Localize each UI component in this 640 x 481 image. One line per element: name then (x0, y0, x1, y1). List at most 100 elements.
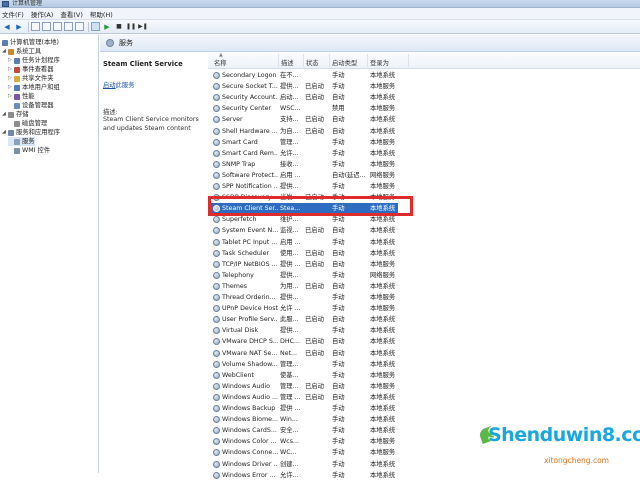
service-row[interactable]: Smart Card 管理... 手动 本地服务 (208, 137, 408, 148)
properties-icon[interactable] (75, 22, 84, 31)
service-row[interactable]: SPP Notification ... 提供... 手动 本地服务 (208, 181, 408, 192)
service-row[interactable]: Thread Orderin... 提供... 手动 本地服务 (208, 292, 408, 303)
expand-triangle-icon[interactable]: ▷ (8, 92, 13, 101)
expand-triangle-icon[interactable]: ▷ (8, 74, 13, 83)
service-row[interactable]: Windows Biome... Win... 手动 本地系统 (208, 414, 408, 425)
service-row[interactable]: Windows CardS... 安全... 手动 本地系统 (208, 425, 408, 436)
service-row[interactable]: UPnP Device Host 允许 ... 手动 本地服务 (208, 303, 408, 314)
service-row[interactable]: System Event N... 监视... 已启动 自动 本地系统 (208, 225, 408, 236)
menu-view[interactable]: 查看(V) (60, 9, 83, 19)
forward-arrow-icon[interactable]: ▶ (14, 22, 24, 32)
back-arrow-icon[interactable]: ◀ (2, 22, 12, 32)
tree-node-label: 任务计划程序 (22, 57, 60, 64)
column-header-logon-as[interactable]: 登录为 (370, 58, 389, 67)
column-divider[interactable] (303, 54, 304, 67)
expand-triangle-icon[interactable]: ▷ (8, 56, 13, 65)
service-startup-type: 手动 (332, 183, 345, 190)
restart-service-icon[interactable]: ▶❚ (138, 22, 148, 32)
tree-node[interactable]: ◢ 服务和应用程序 (2, 128, 60, 137)
service-row[interactable]: Tablet PC Input ... 启用 ... 手动 本地系统 (208, 237, 408, 248)
stop-service-icon[interactable]: ■ (114, 22, 124, 32)
service-row[interactable]: Windows Audio 管理... 已启动 自动 本地服务 (208, 381, 408, 392)
service-row[interactable]: Secure Socket T... 提供... 已启动 手动 本地服务 (208, 81, 408, 92)
service-row[interactable]: TCP/IP NetBIOS ... 提供 ... 已启动 自动 本地服务 (208, 259, 408, 270)
service-row[interactable]: Task Scheduler 使用... 已启动 自动 本地系统 (208, 248, 408, 259)
service-row[interactable]: Volume Shadow... 管理... 手动 本地系统 (208, 359, 408, 370)
menu-help[interactable]: 帮助(H) (90, 9, 113, 19)
help-icon[interactable] (64, 22, 73, 31)
tree-node[interactable]: 磁盘管理 (8, 119, 47, 128)
service-gear-icon (213, 238, 220, 246)
menu-action[interactable]: 操作(A) (31, 9, 54, 19)
service-row[interactable]: Server 支持... 已启动 自动 本地系统 (208, 114, 408, 125)
service-row[interactable]: Software Protect... 启用 ... 自动(延迟... 网络服务 (208, 170, 408, 181)
service-row[interactable]: SSDP Discovery 当发... 已启动 手动 本地服务 (208, 192, 408, 203)
collapse-triangle-icon[interactable]: ◢ (2, 128, 7, 137)
column-divider[interactable] (329, 54, 330, 67)
service-row[interactable]: SNMP Trap 接收... 手动 本地服务 (208, 159, 408, 170)
column-header-startup-type[interactable]: 启动类型 (332, 58, 357, 67)
service-row[interactable]: User Profile Serv... 此服... 已启动 自动 本地系统 (208, 314, 408, 325)
service-startup-type: 手动 (332, 405, 345, 412)
column-header-name[interactable]: 名称 (214, 58, 227, 67)
tree-node[interactable]: ◢ 存储 (2, 110, 29, 119)
column-divider[interactable] (278, 54, 279, 67)
service-row[interactable]: VMware DHCP S... DHC... 已启动 自动 本地系统 (208, 336, 408, 347)
start-service-icon[interactable]: ▶ (102, 22, 112, 32)
start-service-link[interactable]: 启动此服务 (103, 80, 134, 89)
tree-node[interactable]: ▷ 事件查看器 (8, 65, 53, 74)
service-row[interactable]: Security Center WSC... 禁用 本地服务 (208, 103, 408, 114)
tree-node[interactable]: ▷ 共享文件夹 (8, 74, 53, 83)
expand-triangle-icon[interactable]: ▷ (8, 65, 13, 74)
collapse-triangle-icon[interactable]: ◢ (2, 47, 7, 56)
watermark-site: xitongcheng.com (544, 456, 609, 465)
pause-service-icon[interactable]: ❚❚ (126, 22, 136, 32)
service-row[interactable]: Windows Backup 提供 ... 手动 本地系统 (208, 403, 408, 414)
service-row[interactable]: Windows Conne... WC... 手动 本地服务 (208, 447, 408, 458)
service-name: Windows Audio (222, 382, 271, 390)
service-row[interactable]: Themes 为用... 已启动 自动 本地系统 (208, 281, 408, 292)
start-link-text[interactable]: 启动 (103, 82, 116, 89)
service-row[interactable]: Steam Client Ser... Stea... 手动 本地系统 (208, 203, 398, 215)
service-startup-type: 手动 (332, 427, 345, 435)
tree-node[interactable]: 服务 (8, 137, 35, 146)
menu-file[interactable]: 文件(F) (2, 9, 24, 19)
service-row[interactable]: Smart Card Rem... 允许... 手动 本地系统 (208, 148, 408, 159)
service-row[interactable]: Security Account... 启动... 已启动 自动 本地系统 (208, 92, 408, 103)
tree-node[interactable]: ◢ 系统工具 (2, 47, 41, 56)
export-list-icon[interactable] (53, 22, 62, 31)
console-view-icon[interactable] (91, 22, 100, 31)
tree-node[interactable]: ▷ 性能 (8, 92, 35, 101)
service-row[interactable]: Windows Driver ... 创建... 手动 本地系统 (208, 459, 408, 470)
services-gear-icon (106, 39, 114, 47)
column-header-description[interactable]: 描述 (281, 58, 294, 67)
tree-node[interactable]: ▷ 任务计划程序 (8, 56, 60, 65)
service-row[interactable]: Virtual Disk 提供... 手动 本地系统 (208, 325, 408, 336)
service-row[interactable]: Telephony 提供... 手动 网络服务 (208, 270, 408, 281)
tree-node[interactable]: 设备管理器 (8, 101, 53, 110)
service-row[interactable]: WebClient 使基... 手动 本地服务 (208, 370, 408, 381)
collapse-triangle-icon[interactable]: ◢ (2, 110, 7, 119)
service-logon-as: 本地系统 (370, 282, 396, 290)
service-row[interactable]: Shell Hardware ... 为自... 已启动 自动 本地系统 (208, 126, 408, 137)
service-description-cell: 管理... (280, 138, 299, 146)
service-row[interactable]: Superfetch 维护... 手动 本地系统 (208, 214, 408, 225)
expand-triangle-icon[interactable]: ▷ (8, 83, 13, 92)
service-detail-panel: 服务 Steam Client Service 启动此服务 描述: Steam … (100, 35, 640, 473)
tree-node[interactable]: ▷ 本地用户和组 (8, 83, 60, 92)
computer-icon (2, 39, 8, 46)
up-level-icon[interactable] (31, 22, 40, 31)
service-description-cell: WC... (280, 449, 297, 457)
show-hide-tree-icon[interactable] (42, 22, 51, 31)
service-row[interactable]: Windows Color ... Wcs... 手动 本地服务 (208, 436, 408, 447)
column-header-status[interactable]: 状态 (306, 58, 319, 67)
column-divider[interactable] (367, 54, 368, 67)
service-row[interactable]: Windows Audio ... 管理 ... 已启动 自动 本地系统 (208, 392, 408, 403)
service-row[interactable]: Secondary Logon 在不... 手动 本地系统 (208, 70, 408, 81)
app-icon (2, 1, 9, 7)
tree-root[interactable]: 计算机管理(本地) (2, 38, 59, 47)
column-divider[interactable] (408, 54, 409, 67)
service-row[interactable]: Windows Error ... 允许... 手动 本地系统 (208, 470, 408, 481)
tree-node[interactable]: WMI 控件 (8, 146, 50, 155)
service-row[interactable]: VMware NAT Se... Net... 已启动 自动 本地系统 (208, 348, 408, 359)
